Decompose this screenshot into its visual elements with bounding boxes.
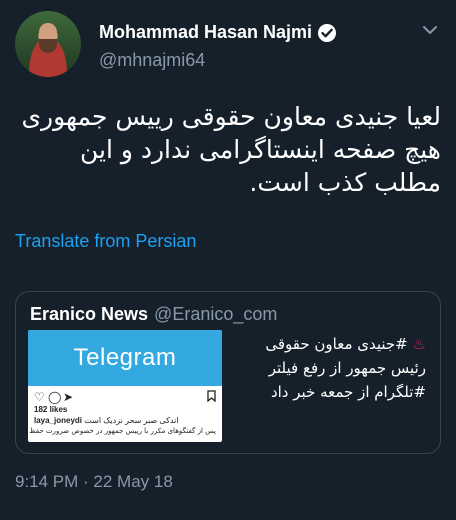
tweet-timestamp[interactable]: 9:14 PM · 22 May 18 <box>15 472 173 492</box>
thumbnail-caption-line1: laya_joneydi اندکی صبر سحر نزدیک است <box>34 416 216 425</box>
quoted-author-name: Eranico News <box>30 304 149 324</box>
share-icon: ➤ <box>63 390 74 404</box>
tweet-text: لعیا جنیدی معاون حقوقی رییس جمهوری هیچ ص… <box>21 102 441 197</box>
thumbnail-icon-row: ♡ ◯ ➤ <box>34 390 216 404</box>
author-name-row[interactable]: Mohammad Hasan Najmi <box>99 22 337 43</box>
quoted-tweet-body: #جنیدی معاون حقوقی رئیس جمهور از رفع فیل… <box>265 335 426 401</box>
author-handle[interactable]: @mhnajmi64 <box>99 50 205 71</box>
bookmark-icon <box>207 390 216 405</box>
translate-link[interactable]: Translate from Persian <box>15 231 196 252</box>
thumbnail-banner: Telegram <box>28 330 222 386</box>
quoted-tweet-text: ♨ #جنیدی معاون حقوقی رئیس جمهور از رفع ف… <box>226 332 426 404</box>
verified-badge-icon <box>318 23 337 42</box>
author-display-name[interactable]: Mohammad Hasan Najmi <box>99 22 312 43</box>
chevron-down-icon[interactable] <box>420 20 440 40</box>
avatar-beard <box>39 39 57 53</box>
thumbnail-caption-text: اندکی صبر سحر نزدیک است <box>84 416 179 425</box>
thumbnail-likes: 182 likes <box>34 405 68 414</box>
comment-icon: ◯ <box>48 390 62 404</box>
thumbnail-caption-line2: پس از گفتگوهای مکرر با رییس جمهور در خصو… <box>28 427 216 435</box>
quoted-tweet-header: Eranico News @Eranico_com <box>30 304 277 325</box>
thumbnail-banner-text: Telegram <box>73 344 177 371</box>
hot-springs-icon: ♨ <box>412 335 426 353</box>
quoted-author-handle: @Eranico_com <box>154 304 278 324</box>
heart-icon: ♡ <box>34 390 45 404</box>
quoted-tweet-thumbnail[interactable]: Telegram ♡ ◯ ➤ 182 likes laya_joneydi ان… <box>28 330 222 442</box>
avatar[interactable] <box>15 11 81 77</box>
thumbnail-caption-user: laya_joneydi <box>34 416 83 425</box>
quoted-tweet[interactable]: Eranico News @Eranico_com Telegram ♡ ◯ ➤… <box>15 291 441 454</box>
